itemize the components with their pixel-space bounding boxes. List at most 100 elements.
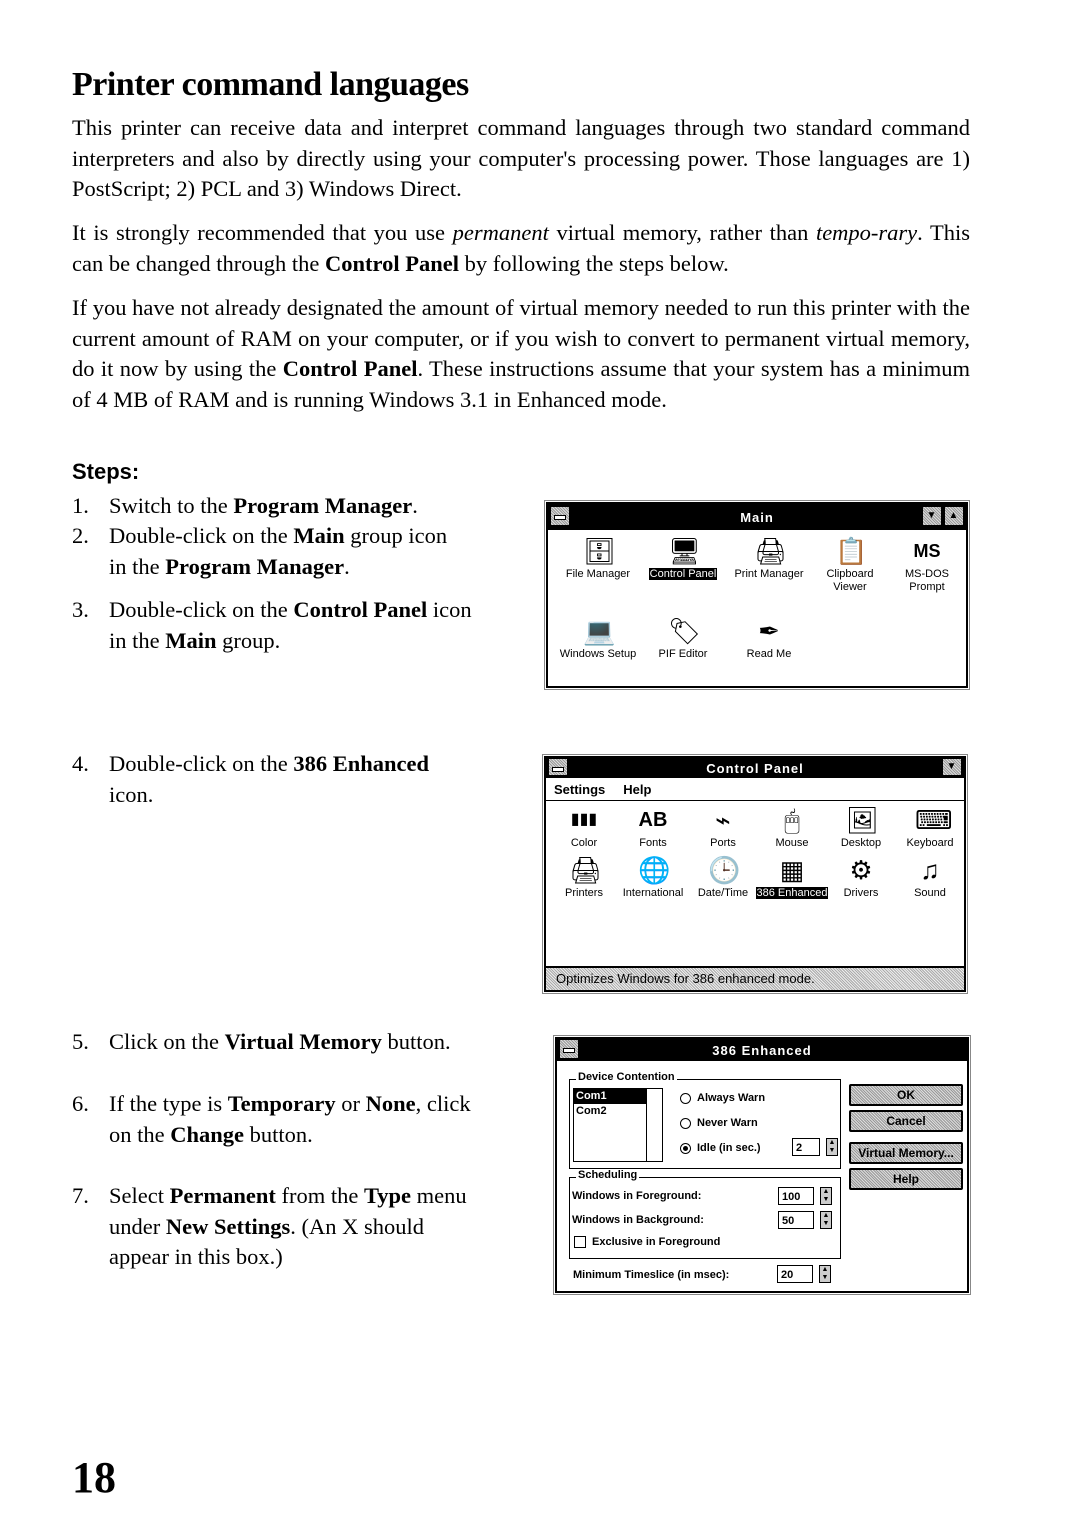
device-contention-label: Device Contention xyxy=(576,1071,677,1083)
radio-circle-checked xyxy=(680,1142,691,1154)
menu-help[interactable]: Help xyxy=(623,782,651,797)
pif-editor-item[interactable]: 🏷 PIF Editor xyxy=(642,616,724,661)
window-title: Main xyxy=(740,509,774,525)
printer-icon: 🖨 xyxy=(569,855,603,885)
clipboard-icon: 📋 xyxy=(835,536,868,566)
radio-circle xyxy=(680,1117,691,1129)
fonts-abc-icon: A͏B xyxy=(638,809,668,831)
step-item: 1. Switch to the Program Manager. xyxy=(72,491,418,522)
timeslice-spinner[interactable]: 20 ▲ ▼ xyxy=(777,1265,831,1283)
icon-label: Windows Setup xyxy=(559,648,637,660)
setup-computer-icon: 💻 xyxy=(583,616,616,646)
icon-label: File Manager xyxy=(565,568,631,580)
menu-settings[interactable]: Settings xyxy=(554,782,605,797)
radio-label: Idle (in sec.) xyxy=(697,1142,761,1154)
keyboard-icon: ⌨ xyxy=(915,805,953,835)
sound-item[interactable]: ♫ Sound xyxy=(889,855,971,900)
cancel-button[interactable]: Cancel xyxy=(849,1110,963,1132)
page-title: Printer command languages xyxy=(72,66,469,103)
step-text: Select Permanent from the Type menu under… xyxy=(109,1183,467,1270)
exclusive-foreground-checkbox[interactable]: Exclusive in Foreground xyxy=(574,1236,720,1248)
idle-seconds-field[interactable]: 2 xyxy=(792,1138,820,1156)
timeslice-label: Minimum Timeslice (in msec): xyxy=(573,1269,730,1281)
clipboard-viewer-item[interactable]: 📋 Clipboard Viewer xyxy=(810,536,890,594)
ms-dos-icon: MS xyxy=(913,541,941,561)
icon-label: PIF Editor xyxy=(658,648,708,660)
dialog-titlebar[interactable]: 386 Enhanced xyxy=(557,1039,967,1061)
steps-heading: Steps: xyxy=(72,459,140,484)
minimize-button[interactable]: ▼ xyxy=(942,758,962,776)
icon-label: Sound xyxy=(914,887,946,899)
keyboard-item[interactable]: ⌨ Keyboard xyxy=(889,805,971,850)
control-panel-titlebar[interactable]: Control Panel ▼ xyxy=(546,758,964,778)
ok-button[interactable]: OK xyxy=(849,1084,963,1106)
step-number: 7. xyxy=(72,1183,89,1208)
step-item: 5. Click on the Virtual Memory button. xyxy=(72,1027,451,1058)
icon-label: Read Me xyxy=(746,648,792,660)
menu-bar: Settings Help xyxy=(546,778,964,801)
port-listbox[interactable]: Com1 Com2 xyxy=(573,1088,663,1162)
virtual-memory-button[interactable]: Virtual Memory... xyxy=(849,1142,963,1164)
386-enhanced-dialog: 386 Enhanced Device Contention Com1 Com2… xyxy=(553,1035,971,1295)
foreground-spinner[interactable]: 100 ▲ ▼ xyxy=(778,1187,832,1205)
foreground-field[interactable]: 100 xyxy=(778,1187,814,1205)
step-text: If the type is Temporary or None, click o… xyxy=(109,1091,471,1147)
step-item: 4. Double-click on the 386 Enhanced icon. xyxy=(72,749,429,810)
background-label: Windows in Background: xyxy=(572,1214,704,1226)
step-text: Switch to the Program Manager. xyxy=(109,493,418,518)
icon-label: Mouse xyxy=(775,837,809,849)
printer-icon: 🖨 xyxy=(754,536,788,566)
main-titlebar[interactable]: Main ▼ ▲ xyxy=(548,504,966,530)
intro-paragraph: This printer can receive data and interp… xyxy=(72,115,970,202)
icon-label: 386 Enhanced xyxy=(755,887,829,899)
help-button[interactable]: Help xyxy=(849,1168,963,1190)
listbox-scrollbar[interactable] xyxy=(646,1089,662,1161)
drivers-icon: ⚙ xyxy=(849,855,873,885)
radio-circle xyxy=(680,1092,691,1104)
chip-386-icon: ▦ xyxy=(779,855,805,885)
desktop-icon: 🖼 xyxy=(846,805,880,835)
step-item: 2. Double-click on the Main group icon in … xyxy=(72,521,447,582)
system-menu-icon[interactable] xyxy=(550,506,570,526)
minimize-button[interactable]: ▼ xyxy=(922,506,942,526)
port-com1[interactable]: Com1 xyxy=(574,1089,646,1104)
step-text: Double-click on the Main group icon in th… xyxy=(109,523,448,579)
port-com2[interactable]: Com2 xyxy=(574,1104,646,1119)
maximize-button[interactable]: ▲ xyxy=(944,506,964,526)
ms-dos-prompt-item[interactable]: MS MS-DOS Prompt xyxy=(892,536,962,594)
icon-label: MS-DOS Prompt xyxy=(905,568,949,593)
file-cabinet-icon: 🗄 xyxy=(583,536,617,566)
spin-arrows-icon[interactable]: ▲ ▼ xyxy=(820,1211,832,1229)
idle-radio[interactable]: Idle (in sec.) xyxy=(680,1142,761,1154)
icon-label: Ports xyxy=(710,837,736,849)
spin-arrows-icon[interactable]: ▲ ▼ xyxy=(826,1138,838,1156)
file-manager-item[interactable]: 🗄 File Manager xyxy=(557,536,639,581)
system-menu-icon[interactable] xyxy=(559,1039,579,1059)
page-number: 18 xyxy=(72,1453,116,1502)
system-menu-icon[interactable] xyxy=(548,758,568,776)
globe-icon: 🌐 xyxy=(638,855,671,885)
checkbox-label: Exclusive in Foreground xyxy=(592,1236,721,1248)
print-manager-item[interactable]: 🖨 Print Manager xyxy=(728,536,810,581)
icon-label: Date/Time xyxy=(697,887,749,899)
scheduling-label: Scheduling xyxy=(576,1169,640,1181)
never-warn-radio[interactable]: Never Warn xyxy=(680,1117,758,1129)
computer-icon: 🖥 xyxy=(668,536,702,566)
step-item: 6. If the type is Temporary or None, clic… xyxy=(72,1089,471,1150)
always-warn-radio[interactable]: Always Warn xyxy=(680,1092,765,1104)
control-panel-item[interactable]: 🖥 Control Panel xyxy=(642,536,724,581)
port-connector-icon: ⌁ xyxy=(715,805,731,835)
icon-label: International xyxy=(622,887,684,899)
timeslice-field[interactable]: 20 xyxy=(777,1265,813,1283)
idle-seconds-spinner[interactable]: 2 ▲ ▼ xyxy=(792,1138,838,1156)
status-bar: Optimizes Windows for 386 enhanced mode. xyxy=(546,966,964,990)
background-field[interactable]: 50 xyxy=(778,1211,814,1229)
read-me-item[interactable]: ✒ Read Me xyxy=(728,616,810,661)
background-spinner[interactable]: 50 ▲ ▼ xyxy=(778,1211,832,1229)
spin-arrows-icon[interactable]: ▲ ▼ xyxy=(819,1265,831,1283)
step-number: 5. xyxy=(72,1029,89,1054)
windows-setup-item[interactable]: 💻 Windows Setup xyxy=(557,616,639,661)
spin-arrows-icon[interactable]: ▲ ▼ xyxy=(820,1187,832,1205)
step-number: 1. xyxy=(72,493,89,518)
control-panel-window: Control Panel ▼ Settings Help ▮▮▮ Color A… xyxy=(542,754,968,994)
